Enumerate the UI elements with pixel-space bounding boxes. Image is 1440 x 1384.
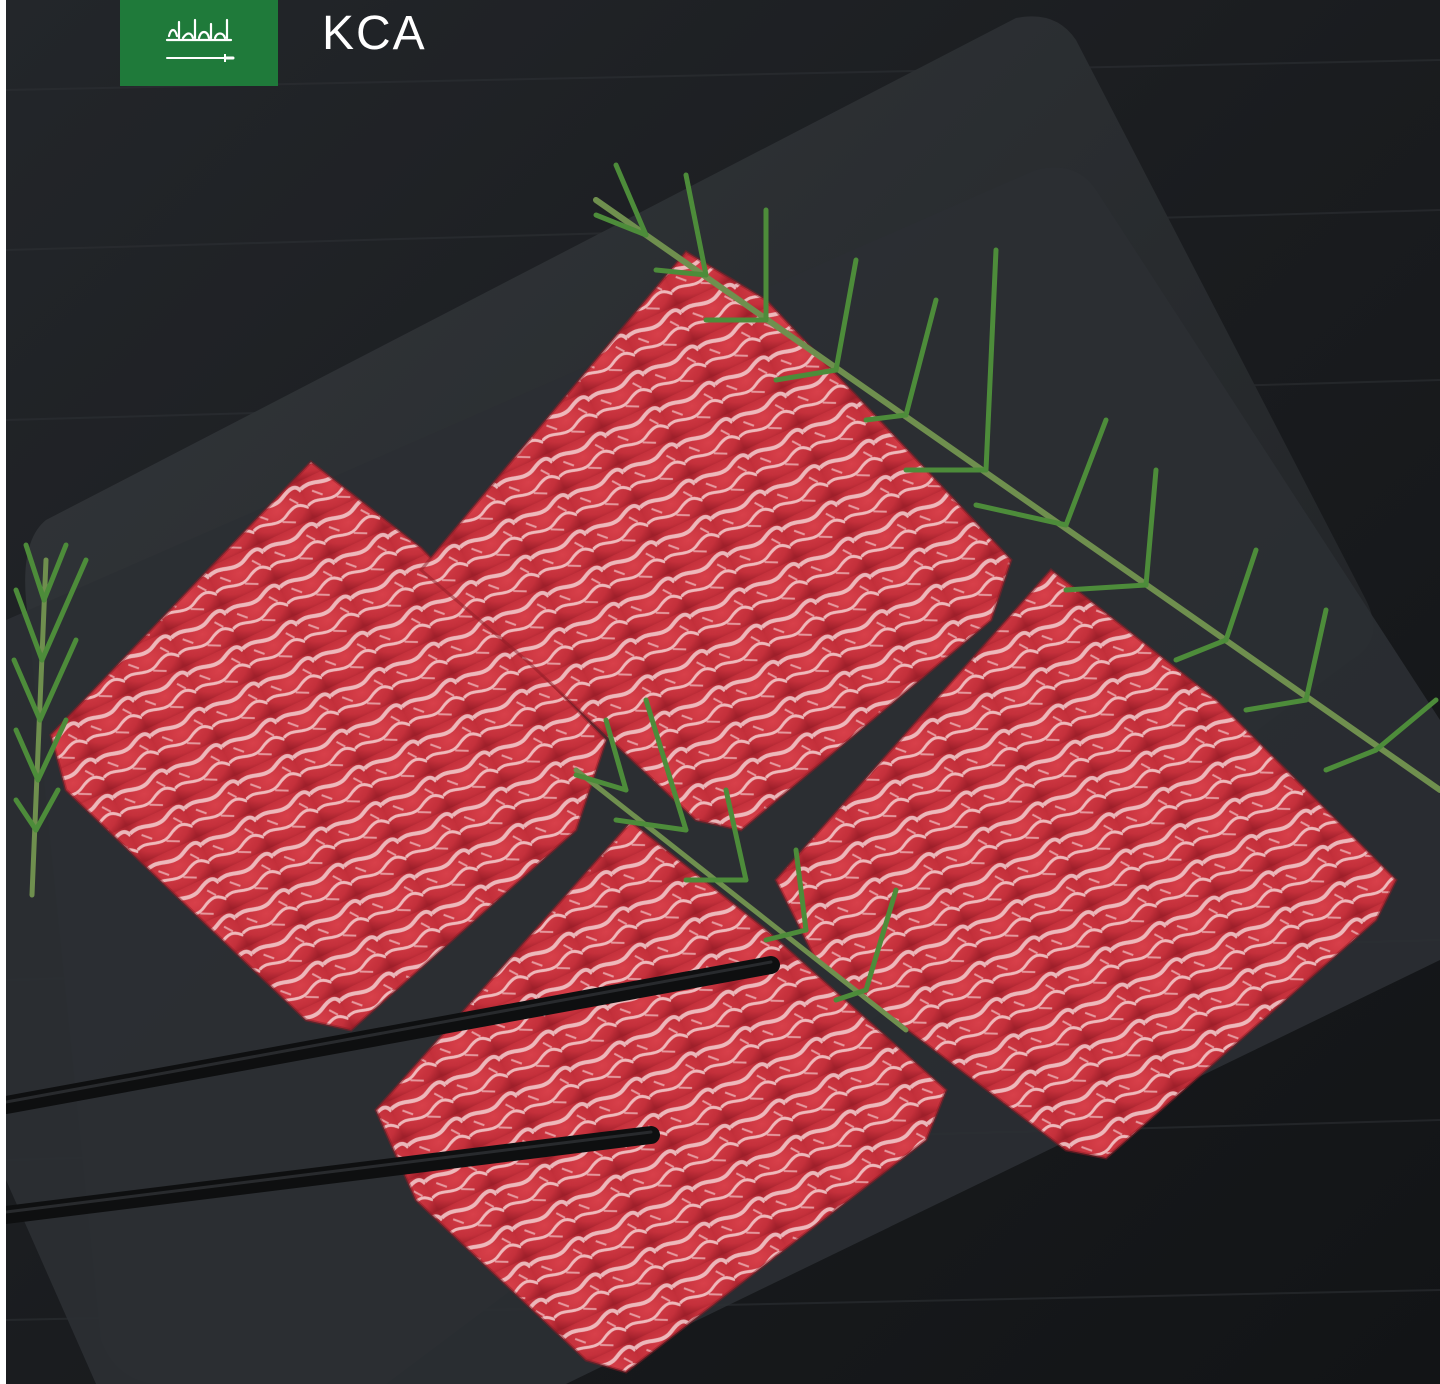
beef-photo	[6, 0, 1440, 1384]
flag-sword	[166, 54, 235, 62]
beef-photo-illustration	[6, 0, 1440, 1384]
saudi-arabia-flag-icon	[120, 0, 278, 86]
country-code-label: KCA	[322, 7, 427, 60]
flag-script	[165, 18, 233, 42]
page: KCA	[0, 0, 1440, 1384]
flag-emblem	[165, 18, 235, 62]
